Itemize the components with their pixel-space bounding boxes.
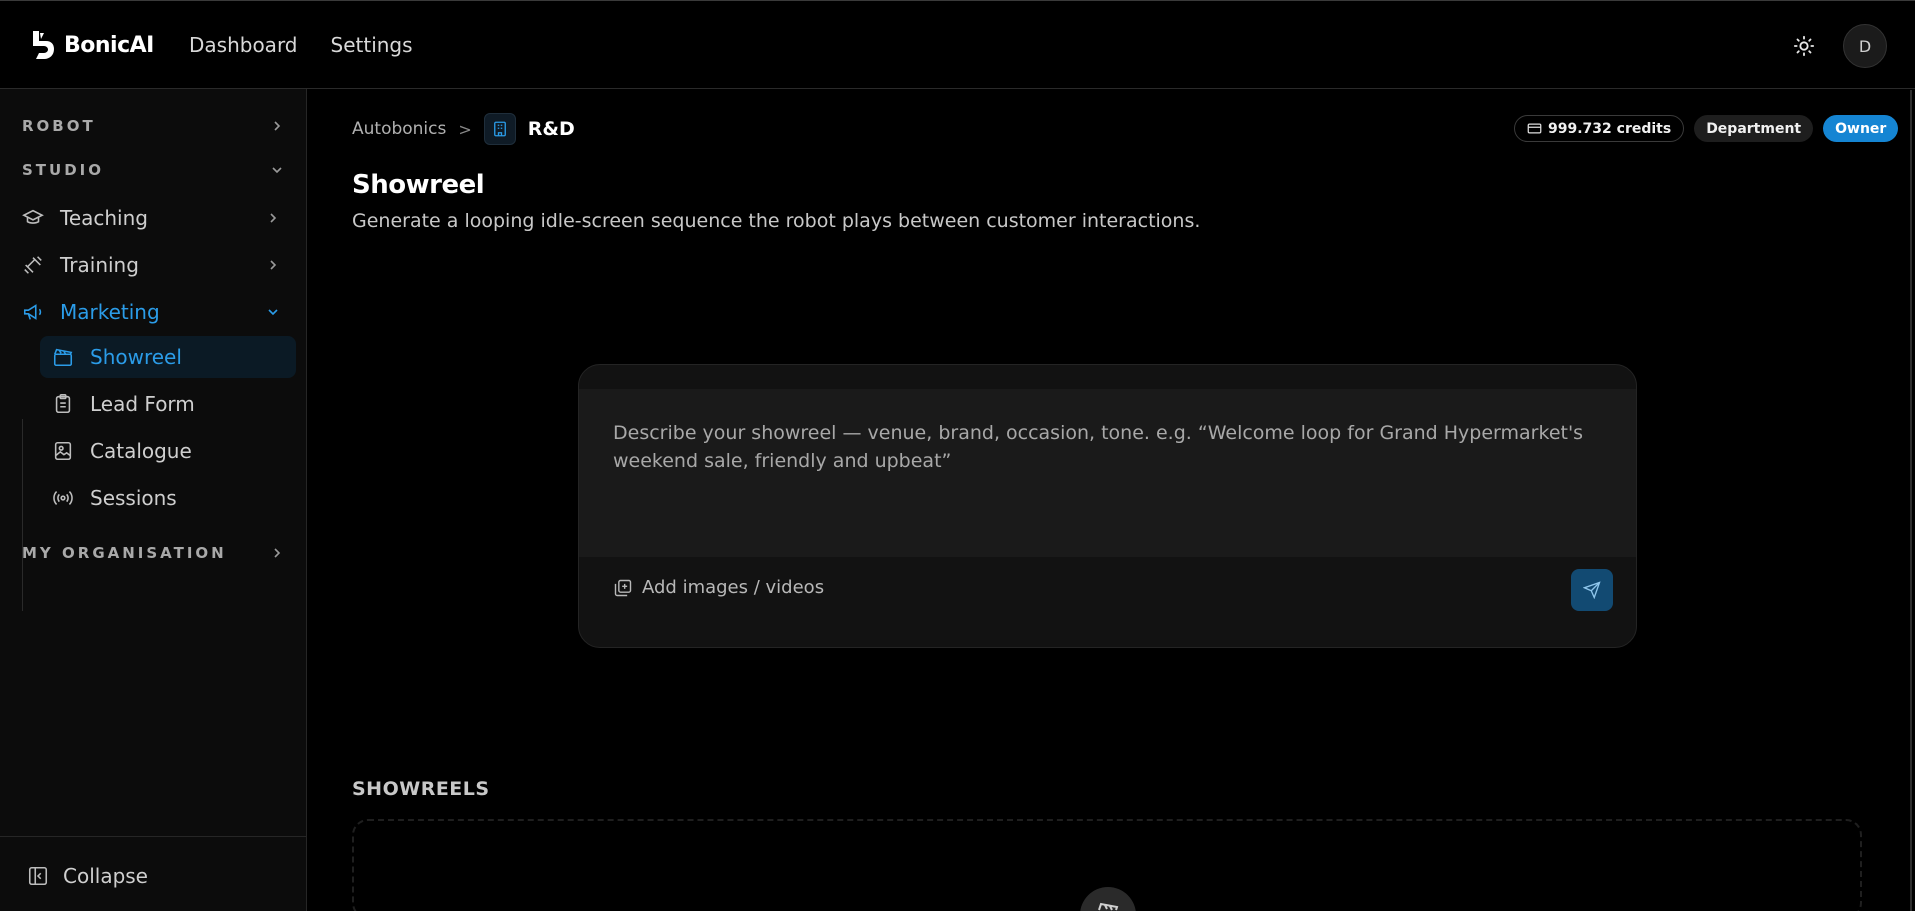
chevron-right-icon (274, 121, 281, 131)
section-label: STUDIO (22, 161, 104, 179)
sidebar-subitem-sessions[interactable]: Sessions (40, 477, 296, 519)
credits-value: 999.732 credits (1548, 120, 1672, 137)
breadcrumb-separator: > (458, 119, 472, 139)
add-images-icon (614, 579, 632, 596)
sidebar-footer: Collapse (0, 836, 307, 911)
breadcrumb: Autobonics > R&D (352, 113, 575, 145)
sidebar-subitem-label: Catalogue (90, 439, 192, 463)
collapse-button[interactable]: Collapse (27, 864, 148, 888)
showreel-composer: Describe your showreel — venue, brand, o… (578, 364, 1637, 648)
sun-icon (1793, 35, 1815, 57)
panel-left-icon (28, 866, 48, 886)
sidebar-section-robot[interactable]: ROBOT (22, 113, 284, 139)
theme-toggle-button[interactable] (1791, 33, 1817, 59)
page-subtitle: Generate a looping idle-screen sequence … (352, 210, 1201, 232)
sidebar-subitem-lead-form[interactable]: Lead Form (40, 383, 296, 425)
sidebar-subitem-showreel[interactable]: Showreel (40, 336, 296, 378)
scrollbar-thumb[interactable] (1910, 90, 1912, 911)
submenu-guide-line (22, 419, 23, 611)
top-nav: Dashboard Settings (189, 33, 413, 57)
send-icon (1583, 581, 1601, 599)
chevron-down-icon (272, 167, 282, 174)
collapse-label: Collapse (63, 864, 148, 888)
brand[interactable]: BonicAI (30, 29, 154, 61)
dumbbell-icon (22, 254, 44, 276)
top-bar: BonicAI Dashboard Settings D (0, 0, 1915, 89)
add-media-button[interactable]: Add images / videos (613, 577, 824, 598)
send-button[interactable] (1571, 569, 1613, 611)
breadcrumb-current: R&D (527, 118, 575, 140)
department-badge: Department (1694, 115, 1814, 142)
sidebar-item-marketing[interactable]: Marketing (22, 292, 286, 332)
chevron-right-icon (270, 213, 277, 223)
sidebar-subitem-label: Sessions (90, 486, 177, 510)
sidebar-item-training[interactable]: Training (22, 245, 286, 285)
credit-card-icon (1527, 123, 1542, 134)
avatar[interactable]: D (1843, 24, 1887, 68)
sidebar-item-teaching[interactable]: Teaching (22, 198, 286, 238)
building-icon (483, 113, 516, 145)
bonicai-logo-icon (33, 31, 54, 59)
sidebar: ROBOT STUDIO Teaching Training Marketing… (0, 89, 307, 911)
role-badge: Owner (1823, 115, 1899, 142)
credits-badge[interactable]: 999.732 credits (1514, 115, 1685, 142)
sidebar-subitem-catalogue[interactable]: Catalogue (40, 430, 296, 472)
image-book-icon (52, 440, 74, 462)
page-title: Showreel (352, 170, 485, 200)
sidebar-subitem-label: Lead Form (90, 392, 195, 416)
megaphone-icon (22, 301, 44, 323)
section-label: ROBOT (22, 117, 96, 135)
account-badges: 999.732 credits Department Owner (1514, 115, 1899, 142)
sidebar-subitem-label: Showreel (90, 345, 182, 369)
chevron-down-icon (268, 309, 278, 316)
clipboard-icon (52, 393, 74, 415)
sidebar-item-label: Teaching (60, 206, 148, 230)
app-name: BonicAI (64, 32, 154, 58)
sidebar-item-label: Training (60, 253, 139, 277)
avatar-initial: D (1858, 36, 1872, 56)
showreels-heading: SHOWREELS (352, 778, 490, 800)
breadcrumb-root[interactable]: Autobonics (352, 119, 446, 139)
showreel-prompt-input[interactable]: Describe your showreel — venue, brand, o… (579, 389, 1636, 557)
section-label: MY ORGANISATION (22, 544, 227, 562)
chevron-right-icon (274, 548, 281, 558)
broadcast-icon (52, 487, 74, 509)
sidebar-section-studio[interactable]: STUDIO (22, 157, 284, 183)
add-media-label: Add images / videos (642, 577, 825, 598)
chevron-right-icon (270, 260, 277, 270)
clapperboard-icon (52, 346, 74, 368)
graduation-cap-icon (22, 207, 44, 229)
nav-settings[interactable]: Settings (331, 33, 413, 57)
nav-dashboard[interactable]: Dashboard (189, 33, 298, 57)
sidebar-item-label: Marketing (60, 300, 160, 324)
sidebar-section-my-organisation[interactable]: MY ORGANISATION (22, 540, 284, 566)
